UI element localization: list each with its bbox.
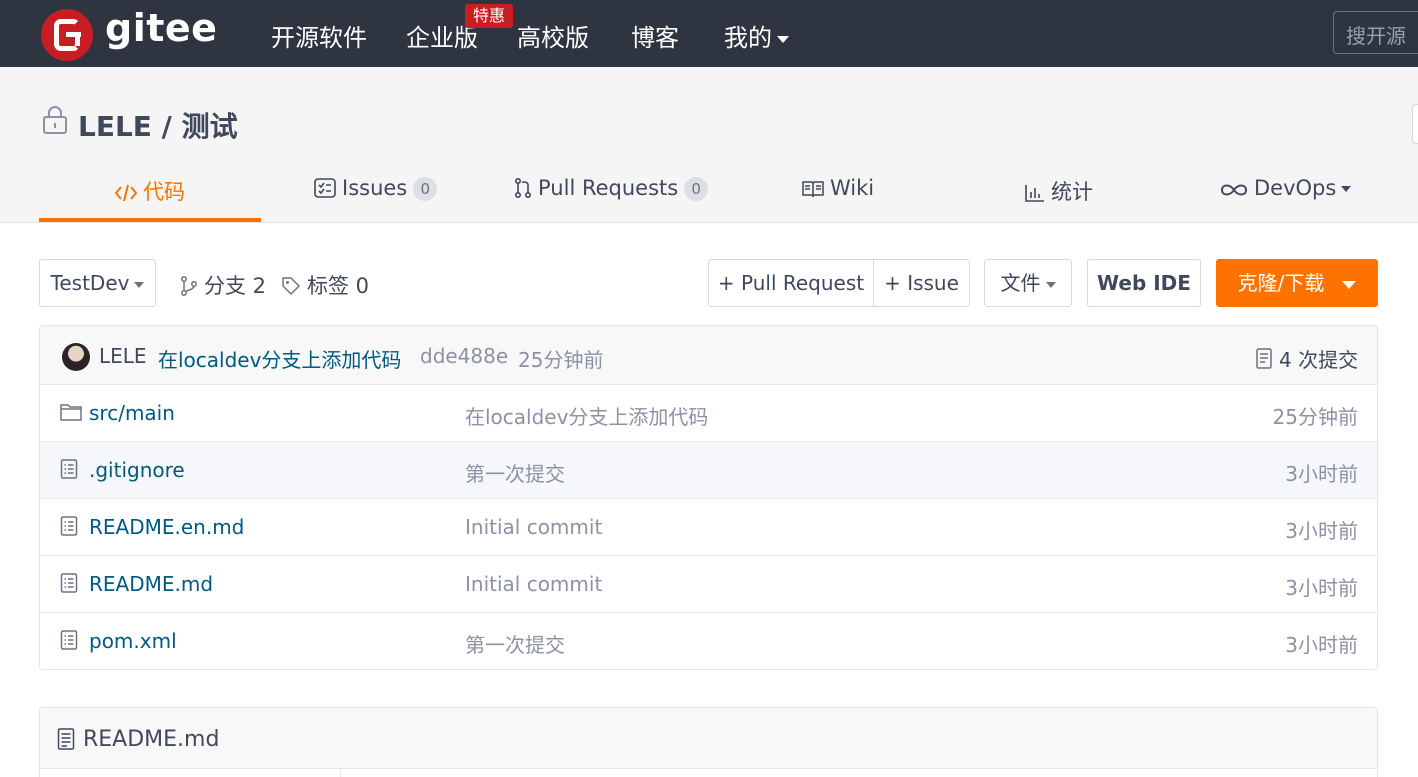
commit-count-link[interactable]: 4 次提交 — [1255, 344, 1358, 373]
file-time: 3小时前 — [1285, 519, 1358, 543]
bar-chart-icon — [1025, 185, 1044, 202]
chevron-down-icon — [134, 281, 145, 288]
latest-commit-bar: LELE 在localdev分支上添加代码 dde488e 25分钟前 4 次提… — [40, 326, 1377, 385]
issues-count-badge: 0 — [413, 177, 438, 201]
commit-time: 25分钟前 — [518, 348, 604, 372]
file-menu-label: 文件 — [1000, 271, 1041, 295]
top-navbar: gitee 开源软件 企业版 特惠 高校版 博客 我的 搜开源 — [0, 0, 1418, 67]
file-commit-message[interactable]: 第一次提交 — [465, 458, 565, 487]
table-row[interactable]: src/main 在localdev分支上添加代码 25分钟前 — [40, 385, 1377, 442]
file-list: LELE 在localdev分支上添加代码 dde488e 25分钟前 4 次提… — [39, 325, 1378, 670]
table-row[interactable]: pom.xml 第一次提交 3小时前 — [40, 613, 1377, 669]
divider — [340, 769, 341, 777]
tags-label: 标签 0 — [307, 274, 370, 298]
issues-icon — [314, 178, 336, 198]
commit-hash[interactable]: dde488e — [420, 344, 508, 368]
lock-icon — [43, 106, 67, 134]
table-row[interactable]: .gitignore 第一次提交 3小时前 — [40, 442, 1377, 499]
file-icon — [60, 459, 78, 479]
table-row[interactable]: README.md Initial commit 3小时前 — [40, 556, 1377, 613]
chevron-down-icon — [777, 35, 789, 43]
file-time: 3小时前 — [1285, 633, 1358, 657]
tag-icon — [282, 277, 301, 296]
file-name[interactable]: README.md — [89, 572, 213, 596]
tab-issues-label: Issues — [342, 176, 408, 200]
tab-wiki-label: Wiki — [830, 176, 875, 200]
tab-devops-label: DevOps — [1254, 176, 1337, 200]
tab-code-label: 代码 — [143, 180, 185, 204]
clone-download-button[interactable]: 克隆/下载 — [1216, 259, 1378, 307]
avatar[interactable] — [62, 343, 90, 371]
readme-header: README.md — [40, 708, 1377, 769]
code-icon — [114, 184, 138, 202]
readme-panel: README.md — [39, 707, 1378, 777]
chevron-down-icon — [1341, 186, 1352, 192]
web-ide-button[interactable]: Web IDE — [1087, 259, 1201, 307]
gitee-logo-icon[interactable] — [41, 9, 93, 61]
commit-count-label: 4 次提交 — [1279, 348, 1359, 372]
nav-item-mine-label: 我的 — [724, 24, 772, 52]
clone-download-label: 克隆/下载 — [1237, 271, 1325, 295]
file-icon — [60, 573, 78, 593]
book-icon — [802, 181, 824, 198]
tab-code[interactable]: 代码 — [114, 176, 185, 206]
table-row[interactable]: README.en.md Initial commit 3小时前 — [40, 499, 1377, 556]
tab-stats[interactable]: 统计 — [1025, 176, 1093, 206]
file-text-icon — [57, 728, 75, 750]
file-commit-message[interactable]: Initial commit — [465, 572, 602, 596]
file-name[interactable]: src/main — [89, 401, 175, 425]
branch-select[interactable]: TestDev — [39, 259, 156, 307]
commit-message[interactable]: 在localdev分支上添加代码 — [158, 344, 401, 373]
file-name[interactable]: pom.xml — [89, 629, 177, 653]
repo-header: LELE / 测试 代码 Issues 0 Pull Requests 0 Wiki… — [0, 67, 1418, 223]
file-commit-message[interactable]: 第一次提交 — [465, 629, 565, 658]
commit-author[interactable]: LELE — [99, 344, 147, 368]
file-menu-button[interactable]: 文件 — [984, 259, 1072, 307]
file-name[interactable]: README.en.md — [89, 515, 244, 539]
new-pull-request-button[interactable]: + Pull Request — [708, 259, 874, 307]
pull-request-icon — [514, 177, 532, 199]
header-action-button[interactable] — [1412, 104, 1418, 144]
tab-issues[interactable]: Issues 0 — [314, 176, 438, 201]
file-commit-message[interactable]: 在localdev分支上添加代码 — [465, 401, 708, 430]
chevron-down-icon — [1342, 280, 1357, 289]
file-name[interactable]: .gitignore — [89, 458, 185, 482]
pull-requests-count-badge: 0 — [684, 177, 709, 201]
active-tab-indicator — [39, 218, 261, 222]
file-time: 3小时前 — [1285, 462, 1358, 486]
tab-devops[interactable]: DevOps — [1220, 176, 1352, 200]
tags-link[interactable]: 标签 0 — [281, 270, 369, 300]
file-time: 3小时前 — [1285, 576, 1358, 600]
nav-item-mine[interactable]: 我的 — [724, 18, 789, 53]
tab-wiki[interactable]: Wiki — [802, 176, 874, 200]
repo-title[interactable]: LELE / 测试 — [78, 105, 238, 145]
file-icon — [60, 630, 78, 650]
nav-item-open-source[interactable]: 开源软件 — [271, 18, 367, 53]
search-input[interactable]: 搜开源 — [1333, 11, 1418, 54]
new-issue-button[interactable]: + Issue — [873, 259, 970, 307]
file-time: 25分钟前 — [1272, 405, 1358, 429]
nav-item-education[interactable]: 高校版 — [517, 18, 589, 53]
readme-title: README.md — [83, 727, 220, 752]
file-icon — [60, 516, 78, 536]
commit-log-icon — [1256, 348, 1272, 369]
nav-item-blog[interactable]: 博客 — [631, 18, 679, 53]
branch-select-label: TestDev — [50, 271, 130, 295]
file-commit-message[interactable]: Initial commit — [465, 515, 602, 539]
tab-stats-label: 统计 — [1051, 180, 1093, 204]
logo-text[interactable]: gitee — [105, 6, 217, 50]
branches-link[interactable]: 分支 2 — [180, 270, 266, 300]
tab-pull-requests-label: Pull Requests — [538, 176, 679, 200]
tab-pull-requests[interactable]: Pull Requests 0 — [514, 176, 709, 201]
promo-badge: 特惠 — [465, 4, 513, 28]
branches-label: 分支 2 — [204, 274, 267, 298]
folder-icon — [60, 404, 82, 421]
chevron-down-icon — [1045, 281, 1056, 288]
infinity-icon — [1220, 184, 1248, 196]
branch-icon — [181, 276, 197, 296]
